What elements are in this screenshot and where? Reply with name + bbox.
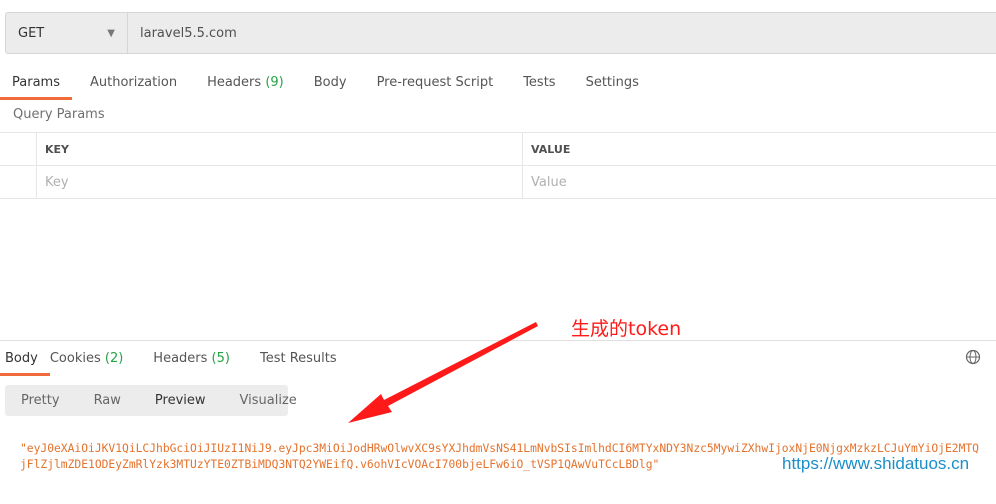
annotation-arrow-icon [348,322,538,423]
annotation-label: 生成的token [571,318,682,340]
